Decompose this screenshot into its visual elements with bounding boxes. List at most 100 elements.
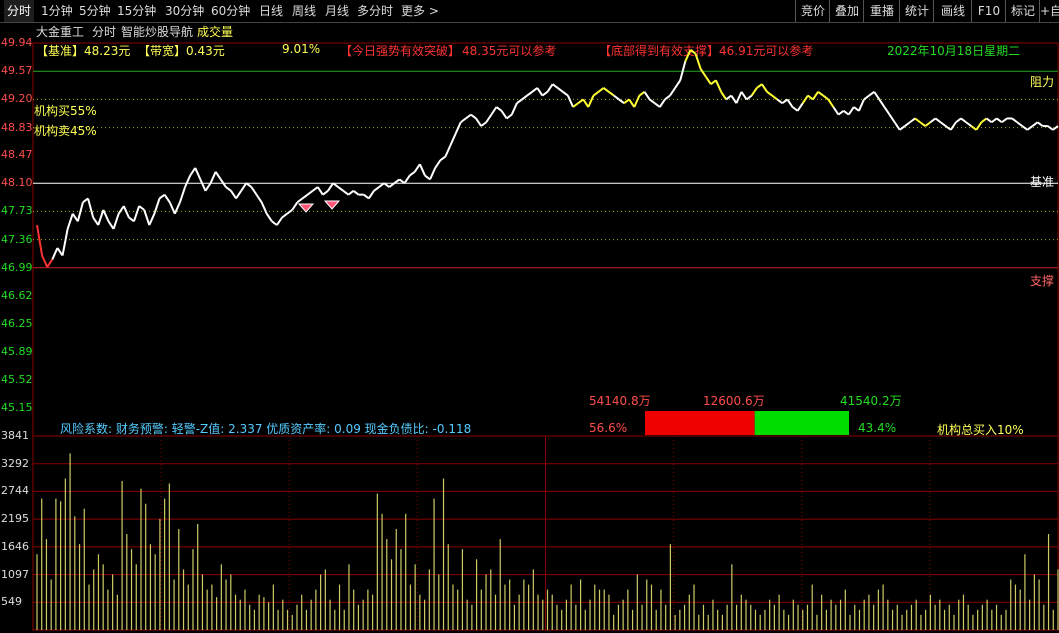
price-segment	[470, 113, 477, 120]
price-segment	[740, 91, 748, 100]
price-segment	[694, 53, 702, 70]
price-segment	[434, 159, 442, 169]
price-segment	[801, 95, 809, 104]
price-segment	[899, 125, 906, 131]
price-segment	[699, 68, 707, 78]
price-segment	[480, 121, 487, 127]
price-segment	[465, 113, 472, 120]
price-segment	[235, 190, 243, 200]
price-segment	[240, 182, 248, 192]
price-segment	[454, 121, 462, 135]
price-segment	[980, 117, 988, 124]
price-segment	[883, 106, 891, 116]
price-segment	[189, 167, 197, 177]
price-segment	[163, 194, 171, 203]
price-segment	[92, 216, 100, 226]
price-segment	[965, 121, 972, 127]
price-segment	[674, 79, 682, 89]
price-segment	[153, 198, 161, 215]
price-segment	[817, 90, 824, 97]
price-segment	[1021, 125, 1028, 131]
price-segment	[919, 121, 926, 127]
price-segment	[521, 94, 528, 101]
price-segment	[122, 205, 130, 218]
price-segment	[669, 87, 676, 97]
price-segment	[413, 163, 421, 173]
price-segment	[546, 83, 554, 93]
price-segment	[893, 121, 901, 131]
price-segment	[342, 190, 350, 196]
price-segment	[516, 98, 523, 104]
price-segment	[112, 213, 120, 230]
price-segment	[786, 98, 794, 108]
price-segment	[291, 201, 299, 211]
price-segment	[649, 98, 656, 104]
price-segment	[878, 98, 886, 108]
price-segment	[194, 167, 202, 180]
intraday-chart[interactable]	[0, 0, 1059, 633]
price-segment	[975, 121, 983, 131]
price-segment	[225, 186, 232, 192]
price-segment	[383, 182, 390, 188]
price-segment	[526, 90, 533, 97]
price-segment	[199, 178, 207, 192]
price-segment	[1026, 125, 1034, 131]
price-segment	[107, 220, 115, 230]
price-segment	[863, 94, 870, 101]
price-segment	[552, 83, 559, 89]
price-segment	[832, 106, 840, 116]
price-segment	[260, 201, 268, 215]
price-segment	[71, 213, 79, 222]
price-segment	[265, 213, 273, 222]
price-segment	[327, 182, 334, 192]
price-segment	[117, 205, 125, 215]
price-segment	[495, 106, 503, 112]
price-segment	[250, 186, 258, 196]
price-segment	[955, 117, 962, 124]
price-segment	[475, 117, 482, 127]
price-segment	[173, 201, 181, 215]
price-segment	[1016, 121, 1023, 127]
price-segment	[618, 98, 625, 104]
price-segment	[771, 94, 778, 101]
price-segment	[796, 102, 804, 112]
price-segment	[61, 228, 69, 256]
price-segment	[996, 117, 1003, 124]
price-segment	[929, 117, 937, 124]
price-segment	[230, 190, 237, 200]
price-segment	[510, 102, 518, 116]
price-segment	[66, 213, 74, 230]
price-segment	[286, 209, 293, 215]
price-segment	[143, 209, 151, 226]
price-segment	[388, 182, 395, 188]
price-segment	[352, 190, 360, 196]
price-segment	[138, 205, 145, 211]
price-segment	[36, 224, 44, 256]
price-segment	[322, 190, 329, 196]
price-segment	[715, 79, 722, 93]
price-segment	[582, 98, 590, 108]
price-segment	[485, 114, 493, 123]
price-segment	[827, 98, 835, 108]
price-segment	[541, 90, 549, 97]
price-segment	[888, 114, 896, 123]
price-segment	[658, 98, 666, 108]
price-segment	[209, 171, 217, 184]
price-segment	[378, 182, 385, 188]
price-segment	[393, 178, 401, 185]
price-segment	[587, 95, 595, 108]
price-segment	[332, 182, 339, 188]
price-segment	[822, 94, 829, 101]
price-segment	[1001, 117, 1008, 124]
price-segment	[204, 182, 212, 192]
price-segment	[924, 121, 931, 127]
price-segment	[597, 87, 605, 93]
price-segment	[720, 91, 728, 100]
price-segment	[373, 186, 380, 192]
price-segment	[281, 212, 288, 219]
price-segment	[613, 94, 620, 101]
price-segment	[418, 163, 426, 176]
price-segment	[1047, 125, 1054, 131]
price-segment	[684, 49, 692, 62]
price-segment	[245, 182, 253, 188]
